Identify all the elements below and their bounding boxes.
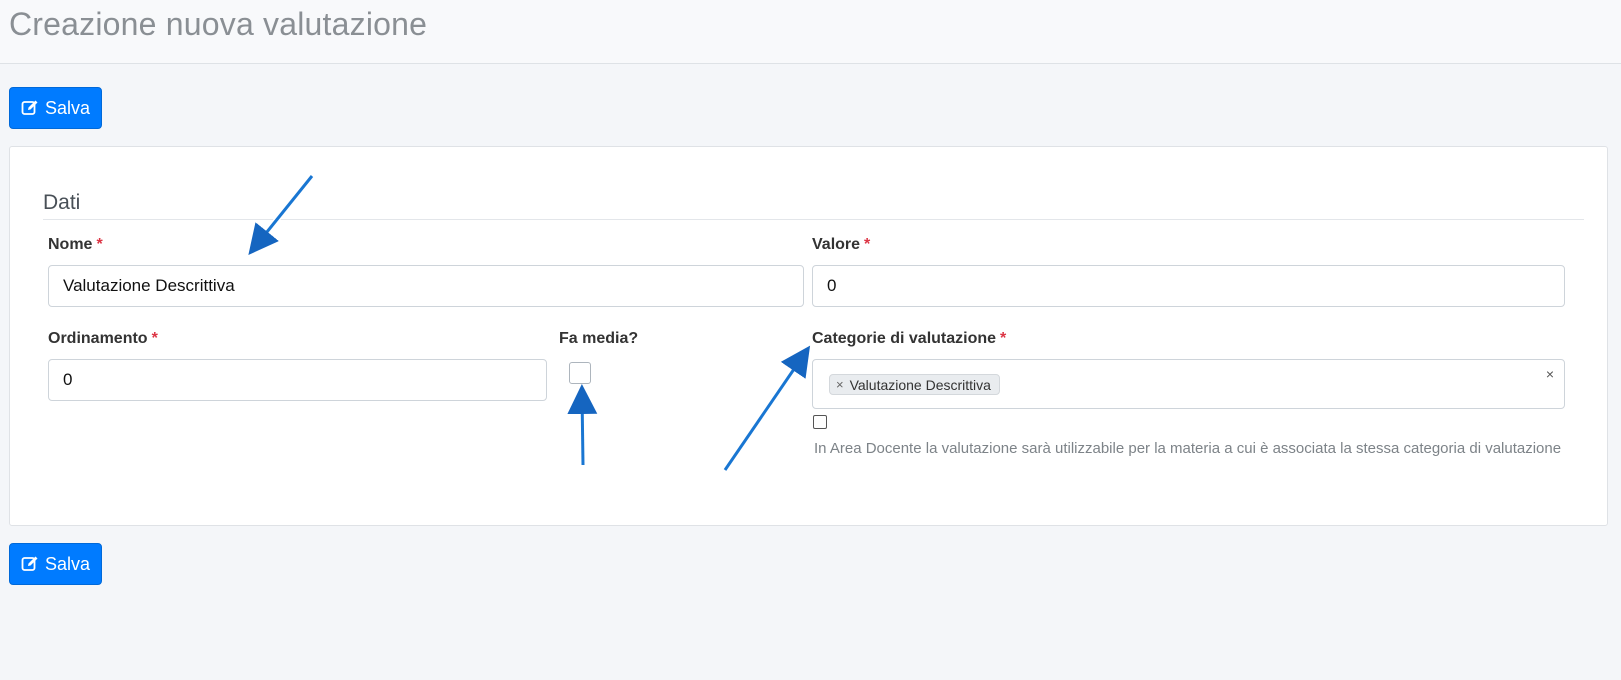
valore-label-text: Valore bbox=[812, 236, 861, 253]
required-marker: * bbox=[96, 236, 103, 253]
required-marker: * bbox=[864, 236, 871, 253]
required-marker: * bbox=[1000, 330, 1007, 347]
category-tag: × Valutazione Descrittiva bbox=[829, 374, 1000, 395]
fa-media-checkbox[interactable] bbox=[569, 362, 591, 384]
section-title: Dati bbox=[43, 191, 81, 214]
section-divider bbox=[43, 219, 1584, 220]
page-header: Creazione nuova valutazione bbox=[0, 0, 1621, 64]
nome-label: Nome * bbox=[48, 236, 103, 254]
form-card: Dati Nome * Valutazione Descrittiva Valor… bbox=[9, 146, 1608, 526]
ordinamento-label-text: Ordinamento bbox=[48, 330, 148, 347]
edit-icon bbox=[21, 555, 39, 573]
page-title: Creazione nuova valutazione bbox=[9, 6, 428, 42]
save-button-top[interactable]: Salva bbox=[9, 87, 102, 129]
clear-selection-icon[interactable]: × bbox=[1546, 366, 1554, 382]
edit-icon bbox=[21, 99, 39, 117]
categorie-option-checkbox[interactable] bbox=[813, 415, 827, 429]
nome-label-text: Nome bbox=[48, 236, 93, 253]
tag-remove-icon[interactable]: × bbox=[836, 377, 844, 392]
categorie-label-text: Categorie di valutazione bbox=[812, 330, 997, 347]
categorie-help-text: In Area Docente la valutazione sarà util… bbox=[814, 440, 1562, 457]
valore-input-value: 0 bbox=[827, 276, 837, 295]
valore-label: Valore * bbox=[812, 236, 870, 254]
nome-input[interactable]: Valutazione Descrittiva bbox=[48, 265, 804, 307]
nome-input-value: Valutazione Descrittiva bbox=[63, 276, 235, 295]
save-button-label: Salva bbox=[44, 97, 91, 118]
categorie-select[interactable]: × Valutazione Descrittiva × bbox=[812, 359, 1565, 409]
save-button-label: Salva bbox=[44, 553, 91, 574]
categorie-label: Categorie di valutazione * bbox=[812, 330, 1006, 348]
required-marker: * bbox=[151, 330, 158, 347]
valore-input[interactable]: 0 bbox=[812, 265, 1565, 307]
ordinamento-label: Ordinamento * bbox=[48, 330, 158, 348]
ordinamento-input-value: 0 bbox=[63, 370, 73, 389]
fa-media-label: Fa media? bbox=[559, 330, 639, 347]
ordinamento-input[interactable]: 0 bbox=[48, 359, 547, 401]
category-tag-label: Valutazione Descrittiva bbox=[849, 376, 991, 393]
save-button-bottom[interactable]: Salva bbox=[9, 543, 102, 585]
